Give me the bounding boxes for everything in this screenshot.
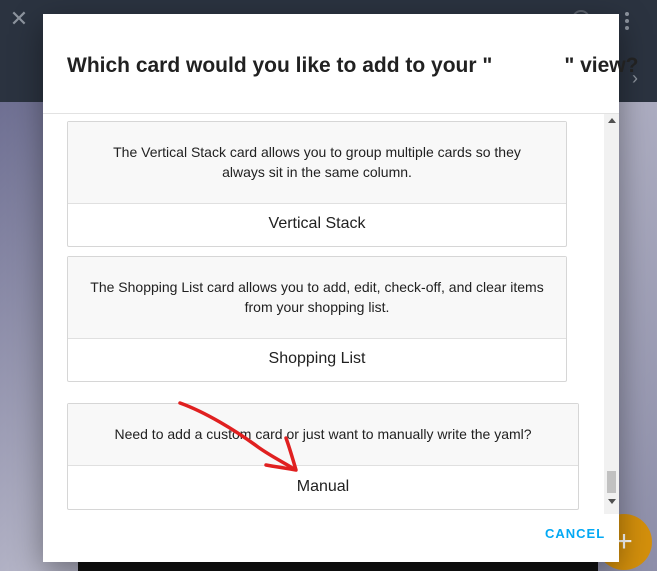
- cancel-button[interactable]: CANCEL: [545, 526, 605, 541]
- scrollbar-thumb[interactable]: [607, 471, 616, 493]
- card-option-vertical-stack[interactable]: The Vertical Stack card allows you to gr…: [67, 121, 567, 247]
- redacted-view-name: [492, 55, 565, 78]
- card-name: Manual: [296, 478, 350, 495]
- arrow-down-icon[interactable]: [608, 499, 616, 504]
- card-description: Need to add a custom card or just want t…: [68, 404, 578, 465]
- card-list-scrollbar[interactable]: [604, 114, 619, 514]
- app-bottom-panel: [78, 562, 598, 571]
- card-option-shopping-list[interactable]: The Shopping List card allows you to add…: [67, 256, 567, 382]
- arrow-up-icon[interactable]: [608, 118, 616, 123]
- card-option-manual[interactable]: Need to add a custom card or just want t…: [67, 403, 579, 510]
- dialog-title-suffix: " view?: [564, 54, 639, 77]
- card-divider: [68, 203, 566, 204]
- card-description: The Shopping List card allows you to add…: [68, 257, 566, 338]
- dialog-title: Which card would you like to add to your…: [67, 54, 638, 78]
- card-picker-dialog: Which card would you like to add to your…: [43, 14, 638, 562]
- more-vert-icon[interactable]: [620, 12, 634, 32]
- dialog-title-prefix: Which card would you like to add to your…: [67, 54, 493, 77]
- card-name: Vertical Stack: [268, 215, 366, 232]
- card-description: The Vertical Stack card allows you to gr…: [68, 122, 566, 203]
- card-divider: [68, 465, 578, 466]
- close-icon[interactable]: ✕: [9, 8, 29, 30]
- card-divider: [68, 338, 566, 339]
- card-name: Shopping List: [268, 350, 366, 367]
- card-list: The Vertical Stack card allows you to gr…: [43, 114, 619, 514]
